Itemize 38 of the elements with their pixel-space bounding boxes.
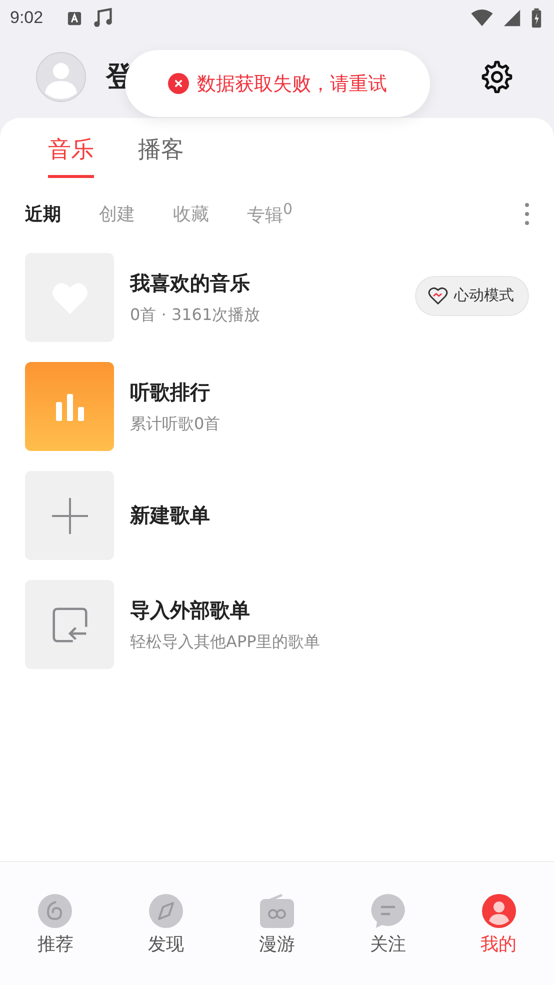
sub-tab[interactable]: 近期 <box>25 202 61 226</box>
error-icon <box>168 73 189 94</box>
chat-icon <box>370 894 405 928</box>
playlist-cover[interactable] <box>25 362 114 451</box>
playlist-title: 我喜欢的音乐 <box>130 270 251 296</box>
import-icon <box>50 606 88 644</box>
playlist-subtitle: 0首 · 3161次播放 <box>130 304 262 326</box>
signal-icon <box>503 9 521 27</box>
nav-item[interactable]: 发现 <box>110 894 222 985</box>
status-time: 9:02 <box>10 8 44 28</box>
playlist-subtitle: 累计听歌0首 <box>130 414 222 434</box>
radio-icon <box>260 894 294 928</box>
tab[interactable]: 播客 <box>138 134 184 178</box>
plus-icon <box>50 496 88 534</box>
wifi-icon <box>471 9 493 27</box>
toast-message: 数据获取失败，请重试 <box>197 72 387 96</box>
playlist-title: 新建歌单 <box>130 502 211 529</box>
playlist-title: 听歌排行 <box>130 378 211 406</box>
bar-chart-icon <box>54 392 84 422</box>
music-note-icon <box>92 7 114 29</box>
heart-mode-button[interactable]: 心动模式 <box>415 276 529 316</box>
keyboard-icon <box>67 10 82 26</box>
tab[interactable]: 音乐 <box>48 134 94 178</box>
compass-icon <box>149 894 184 928</box>
swirl-icon <box>38 894 72 928</box>
nav-item[interactable]: 漫游 <box>222 894 332 985</box>
playlist-title: 导入外部歌单 <box>130 596 251 624</box>
playlist-subtitle: 轻松导入其他APP里的歌单 <box>130 632 322 652</box>
nav-item[interactable]: 推荐 <box>0 894 111 985</box>
playlist-cover[interactable] <box>25 580 114 669</box>
user-icon <box>482 894 516 928</box>
heartbeat-icon <box>428 286 448 304</box>
more-icon[interactable] <box>524 202 530 226</box>
settings-icon[interactable] <box>480 60 514 94</box>
nav-item[interactable]: 我的 <box>443 894 554 985</box>
avatar-icon[interactable] <box>36 52 86 102</box>
nav-item[interactable]: 关注 <box>332 894 444 985</box>
battery-icon <box>531 8 542 28</box>
